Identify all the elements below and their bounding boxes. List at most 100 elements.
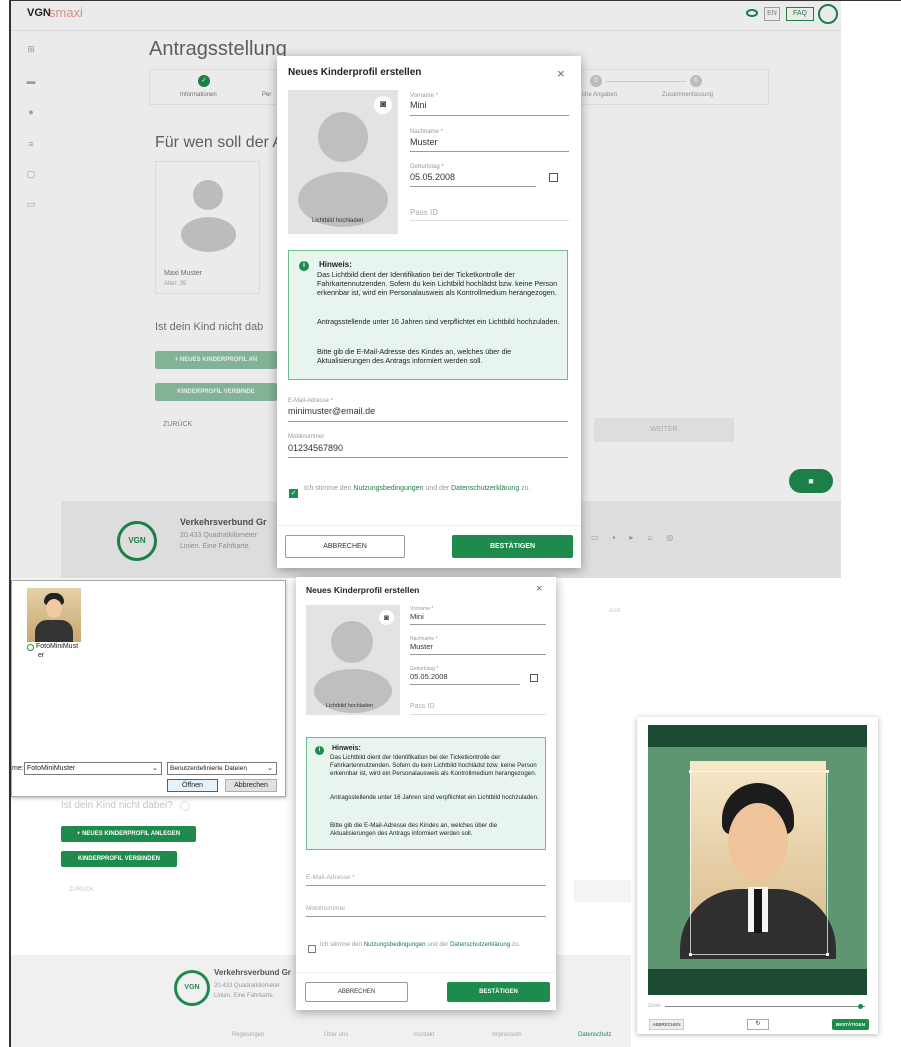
- footer-link-datenschutz[interactable]: Datenschutz: [578, 1032, 611, 1038]
- new-profile-button-2[interactable]: + NEUES KINDERPROFIL ANLEGEN: [61, 826, 196, 842]
- modal2-close-icon[interactable]: ×: [536, 583, 542, 595]
- cancel-button-label: ABBRECHEN: [323, 543, 367, 550]
- confirm-button[interactable]: BESTÄTIGEN: [452, 535, 573, 558]
- filename-input[interactable]: FotoMiniMuster ⌄: [24, 762, 162, 775]
- filetype-select[interactable]: Benutzerdefinierte Dateien ⌄: [167, 762, 277, 775]
- privacy-link[interactable]: Datenschutzerklärung: [451, 485, 519, 492]
- modal-title: Neues Kinderprofil erstellen: [288, 67, 422, 78]
- crop-handle-br[interactable]: [826, 953, 829, 956]
- footer-link-kontakt[interactable]: Kontakt: [414, 1032, 434, 1038]
- email-input[interactable]: minimuster@email.de: [288, 406, 375, 416]
- zoom-slider-track[interactable]: [665, 1006, 865, 1007]
- modal2-geburtstag-input[interactable]: 05.05.2008: [410, 672, 448, 681]
- cropper-confirm-button[interactable]: BESTÄTIGEN: [832, 1019, 869, 1030]
- mobil-input[interactable]: 01234567890: [288, 443, 343, 453]
- camera-icon[interactable]: ◙: [374, 96, 392, 114]
- cropper-cancel-button[interactable]: ABBRECHEN: [649, 1019, 684, 1030]
- crop-selection[interactable]: [689, 770, 829, 956]
- dialog-cancel-button[interactable]: Abbrechen: [225, 779, 277, 792]
- pass-id-input[interactable]: Pass ID: [410, 208, 438, 217]
- hint-box: i Hinweis: Das Lichtbild dient der Ident…: [288, 250, 568, 380]
- pass-id-underline: [410, 220, 569, 221]
- file-name-label[interactable]: FotoMiniMust: [36, 643, 78, 650]
- mobil-underline: [288, 457, 568, 458]
- photo-upload-label: Lichtbild hochladen: [312, 218, 364, 224]
- hint-title: Hinweis:: [319, 260, 352, 269]
- close-icon[interactable]: ×: [557, 66, 565, 81]
- footer-link-impressum[interactable]: Impressum: [492, 1032, 522, 1038]
- modal2-consent-mid: und der: [425, 941, 451, 948]
- modal2-geburtstag-underline: [410, 684, 520, 685]
- modal2-pass-id-input[interactable]: Pass ID: [410, 703, 435, 710]
- calendar-icon[interactable]: [549, 173, 558, 182]
- crop-handle-tr[interactable]: [826, 770, 829, 773]
- modal2-vorname-input[interactable]: Mini: [410, 612, 424, 621]
- nachname-underline: [410, 151, 569, 152]
- cropper-cancel-label: ABBRECHEN: [652, 1022, 681, 1027]
- geburtstag-input[interactable]: 05.05.2008: [410, 172, 455, 182]
- zoom-slider-knob[interactable]: [858, 1004, 863, 1009]
- rotate-button[interactable]: ↻: [747, 1019, 769, 1030]
- footer-link-regelungen[interactable]: Regelungen: [232, 1032, 264, 1038]
- connect-profile-button-2-label: KINDERPROFIL VERBINDEN: [78, 856, 160, 862]
- modal2-hint-title: Hinweis:: [332, 745, 361, 752]
- filetype-select-value: Benutzerdefinierte Dateien: [170, 765, 247, 772]
- crop-handle-bl[interactable]: [689, 953, 692, 956]
- consent-checkbox[interactable]: ✓: [289, 489, 298, 498]
- modal2-mobil-input[interactable]: Mobilnummer: [306, 905, 345, 912]
- back-link-2[interactable]: ZURÜCK: [69, 887, 94, 893]
- modal2-terms-link[interactable]: Nutzungsbedingungen: [364, 941, 426, 948]
- photo-upload-area[interactable]: ◙ Lichtbild hochladen: [288, 90, 398, 234]
- cropper-confirm-label: BESTÄTIGEN: [835, 1022, 865, 1027]
- bottom-footer-line1: 20.433 Quadratkilometer: [214, 983, 281, 989]
- help-icon: [180, 801, 190, 811]
- dialog-cancel-button-label: Abbrechen: [234, 782, 268, 789]
- modal2-privacy-link[interactable]: Datenschutzerklärung: [450, 941, 510, 948]
- modal2-confirm-button[interactable]: BESTÄTIGEN: [447, 982, 550, 1002]
- modal2-email-input[interactable]: E-Mail-Adresse *: [306, 874, 355, 881]
- photo-head-shape: [318, 112, 368, 162]
- modal2-cancel-button[interactable]: ABBRECHEN: [305, 982, 408, 1002]
- modal2-photo-upload-label: Lichtbild hochladen: [326, 703, 374, 709]
- cancel-button[interactable]: ABBRECHEN: [285, 535, 405, 558]
- modal2-camera-icon[interactable]: ◙: [379, 610, 394, 625]
- file-open-dialog: FotoMiniMust er me: FotoMiniMuster ⌄ Benu…: [11, 580, 286, 797]
- filename-dropdown-icon[interactable]: ⌄: [152, 763, 158, 774]
- file-selected-icon: [27, 644, 34, 651]
- crop-handle-tl[interactable]: [689, 770, 692, 773]
- filetype-dropdown-icon[interactable]: ⌄: [267, 763, 273, 774]
- hint-paragraph-2: Antragsstellende unter 16 Jahren sind ve…: [317, 317, 560, 326]
- open-button[interactable]: Öffnen: [167, 779, 218, 792]
- modal2-calendar-icon[interactable]: [530, 674, 538, 682]
- filename-input-value: FotoMiniMuster: [27, 765, 76, 772]
- crop-canvas[interactable]: [648, 725, 867, 995]
- file-name-label-2: er: [38, 652, 45, 659]
- info-icon: i: [299, 261, 309, 271]
- confirm-button-label: BESTÄTIGEN: [489, 543, 536, 550]
- consent-text: Ich stimme den Nutzungsbedingungen und d…: [304, 484, 554, 493]
- bottom-footer-line2: Linien. Eine Fahrkarte.: [214, 993, 275, 999]
- filename-caption: me:: [12, 765, 24, 772]
- connect-profile-button-2[interactable]: KINDERPROFIL VERBINDEN: [61, 851, 177, 867]
- mobil-label: Mobilnummer: [288, 434, 325, 440]
- modal2-divider: [296, 972, 556, 973]
- bottom-footer-title: Verkehrsverbund Gr: [214, 968, 291, 977]
- rotate-icon: ↻: [755, 1021, 761, 1027]
- footer-link-ueber-uns[interactable]: Über uns: [324, 1032, 348, 1038]
- modal2-consent-text: Ich stimme den Nutzungsbedingungen und d…: [320, 941, 548, 949]
- modal2-photo-upload-area[interactable]: ◙ Lichtbild hochladen: [306, 605, 400, 715]
- image-cropper: Zoom ABBRECHEN ↻ BESTÄTIGEN: [637, 717, 878, 1034]
- terms-link[interactable]: Nutzungsbedingungen: [353, 485, 423, 492]
- modal2-nachname-input[interactable]: Muster: [410, 642, 433, 651]
- bottom-footer-logo-text: VGN: [184, 984, 200, 991]
- modal2-consent-checkbox[interactable]: [308, 945, 316, 953]
- bottom-next-button: [574, 880, 631, 902]
- consent-post: zu.: [519, 485, 531, 492]
- vorname-input[interactable]: Mini: [410, 100, 427, 110]
- vorname-label: Vorname *: [410, 93, 439, 99]
- file-thumbnail[interactable]: [27, 588, 81, 642]
- nachname-input[interactable]: Muster: [410, 137, 438, 147]
- modal2-title: Neues Kinderprofil erstellen: [306, 585, 420, 595]
- not-here-text-2: Ist dein Kind nicht dabei?: [61, 800, 173, 811]
- modal2-cancel-button-label: ABBRECHEN: [337, 989, 376, 995]
